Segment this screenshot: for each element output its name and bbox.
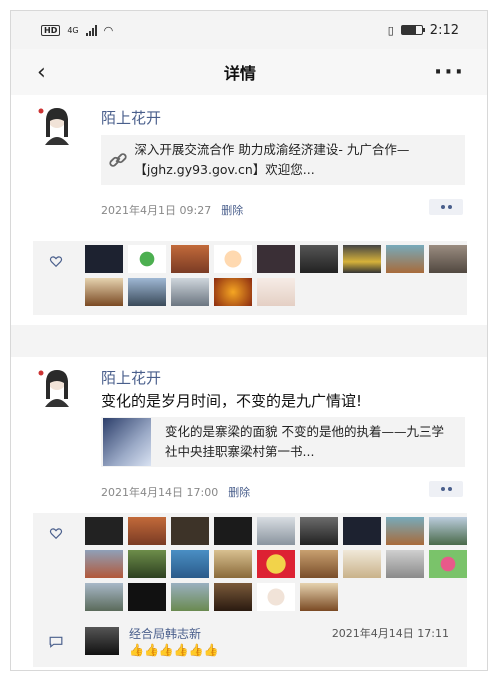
post-meta: 2021年4月14日 17:00 删除 <box>101 484 250 500</box>
commenter-avatar[interactable] <box>85 627 119 655</box>
liker-avatar[interactable] <box>386 517 424 545</box>
comment-icon <box>49 633 63 652</box>
action-button[interactable] <box>429 481 463 497</box>
liker-avatar[interactable] <box>128 550 166 578</box>
comment-time: 2021年4月14日 17:11 <box>331 627 449 640</box>
phone-screen: HD 4G ◠ ▯ 2:12 ‹ 详情 ··· 陌上花开 深入开展交流合作 助力… <box>10 10 488 671</box>
liker-avatar[interactable] <box>128 245 166 273</box>
avatar[interactable] <box>37 367 77 407</box>
liker-avatar[interactable] <box>171 245 209 273</box>
liker-avatar[interactable] <box>85 278 123 306</box>
liker-avatar[interactable] <box>171 278 209 306</box>
more-dots-icon[interactable]: ··· <box>434 60 465 85</box>
liker-avatar[interactable] <box>85 517 123 545</box>
liker-avatar[interactable] <box>343 517 381 545</box>
likes-section-2: 经合局韩志新 2021年4月14日 17:11 👍👍👍👍👍👍 <box>11 507 487 670</box>
liker-avatar[interactable] <box>300 245 338 273</box>
link-icon <box>101 135 134 185</box>
liker-avatar[interactable] <box>214 583 252 611</box>
action-button[interactable] <box>429 199 463 215</box>
vibrate-icon: ▯ <box>387 23 394 37</box>
liker-avatar[interactable] <box>300 583 338 611</box>
comment-text: 👍👍👍👍👍👍 <box>129 643 219 657</box>
status-bar: HD 4G ◠ ▯ 2:12 <box>11 11 487 49</box>
liker-avatar[interactable] <box>343 245 381 273</box>
liker-avatar[interactable] <box>171 550 209 578</box>
liker-avatar-grid <box>85 517 467 611</box>
likes-section-1 <box>11 235 487 325</box>
nav-bar: ‹ 详情 ··· <box>11 49 487 95</box>
liker-avatar[interactable] <box>257 278 295 306</box>
network-type: 4G <box>67 25 79 35</box>
liker-avatar[interactable] <box>429 550 467 578</box>
delete-link[interactable]: 删除 <box>221 204 243 217</box>
liker-avatar[interactable] <box>257 550 295 578</box>
liker-avatar[interactable] <box>85 550 123 578</box>
link-title: 深入开展交流合作 助力成渝经济建设- 九广合作—【jghz.gy93.gov.c… <box>134 142 410 177</box>
battery-icon <box>400 25 425 35</box>
delete-link[interactable]: 删除 <box>228 486 250 499</box>
liker-avatar[interactable] <box>128 278 166 306</box>
liker-avatar[interactable] <box>386 550 424 578</box>
likes-panel: 经合局韩志新 2021年4月14日 17:11 👍👍👍👍👍👍 <box>33 513 467 667</box>
link-title: 变化的是寨梁的面貌 不变的是他的执着——九三学社中央挂职寨梁村第一书... <box>165 424 444 459</box>
liker-avatar[interactable] <box>429 517 467 545</box>
liker-avatar[interactable] <box>257 517 295 545</box>
post-time: 2021年4月14日 17:00 <box>101 486 219 499</box>
liker-avatar[interactable] <box>214 245 252 273</box>
liker-avatar[interactable] <box>300 550 338 578</box>
liker-avatar[interactable] <box>343 550 381 578</box>
liker-avatar[interactable] <box>386 245 424 273</box>
post-author[interactable]: 陌上花开 <box>101 367 161 388</box>
liker-avatar[interactable] <box>300 517 338 545</box>
heart-icon <box>49 525 63 544</box>
signal-icon <box>85 24 97 36</box>
post-2: 陌上花开 变化的是岁月时间，不变的是九广情谊! 变化的是寨梁的面貌 不变的是他的… <box>11 357 487 507</box>
clock: 2:12 <box>429 22 459 38</box>
post-1: 陌上花开 深入开展交流合作 助力成渝经济建设- 九广合作—【jghz.gy93.… <box>11 95 487 235</box>
liker-avatar[interactable] <box>214 278 252 306</box>
spacer <box>11 325 487 357</box>
link-card[interactable]: 变化的是寨梁的面貌 不变的是他的执着——九三学社中央挂职寨梁村第一书... <box>101 417 465 467</box>
liker-avatar[interactable] <box>171 583 209 611</box>
liker-avatar[interactable] <box>171 517 209 545</box>
wifi-icon: ◠ <box>103 23 114 37</box>
liker-avatar[interactable] <box>128 583 166 611</box>
likes-panel <box>33 241 467 315</box>
liker-avatar-grid <box>85 245 467 306</box>
back-chevron-icon[interactable]: ‹ <box>37 60 46 85</box>
link-thumbnail <box>103 418 151 466</box>
liker-avatar[interactable] <box>128 517 166 545</box>
liker-avatar[interactable] <box>85 245 123 273</box>
heart-icon <box>49 253 63 272</box>
liker-avatar[interactable] <box>85 583 123 611</box>
post-author[interactable]: 陌上花开 <box>101 107 161 128</box>
liker-avatar[interactable] <box>429 245 467 273</box>
liker-avatar[interactable] <box>214 550 252 578</box>
page-title: 详情 <box>223 64 256 83</box>
post-time: 2021年4月1日 09:27 <box>101 204 212 217</box>
liker-avatar[interactable] <box>214 517 252 545</box>
avatar[interactable] <box>37 105 77 145</box>
liker-avatar[interactable] <box>257 245 295 273</box>
link-card[interactable]: 深入开展交流合作 助力成渝经济建设- 九广合作—【jghz.gy93.gov.c… <box>101 135 465 185</box>
post-text: 变化的是岁月时间，不变的是九广情谊! <box>101 392 363 410</box>
post-meta: 2021年4月1日 09:27 删除 <box>101 202 243 218</box>
comment-author[interactable]: 经合局韩志新 <box>129 625 201 642</box>
liker-avatar[interactable] <box>257 583 295 611</box>
hd-badge: HD <box>41 24 61 36</box>
